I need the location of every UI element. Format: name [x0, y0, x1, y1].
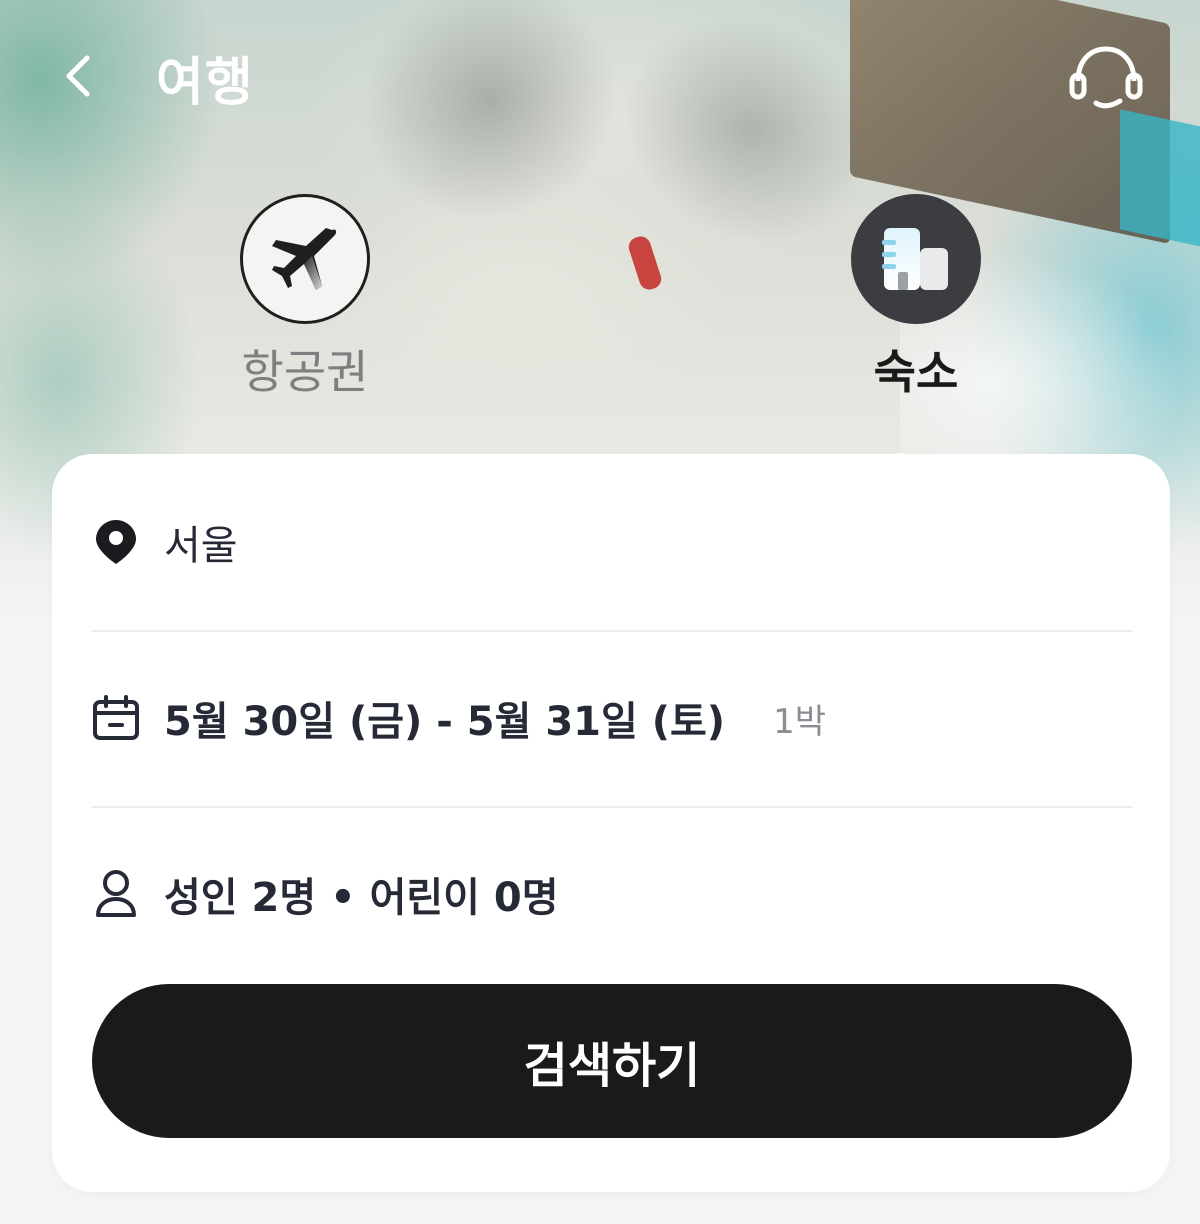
- location-field[interactable]: 서울: [92, 512, 1132, 572]
- tab-flights-circle: [240, 194, 370, 324]
- guests-value: 성인 2명 • 어린이 0명: [164, 875, 559, 921]
- travel-search-page: 여행 항공권 숙소 서울 5월 30일 (금) - 5월 31일 (토) 1박 …: [0, 0, 1200, 1224]
- back-button[interactable]: [52, 48, 104, 104]
- page-title: 여행: [156, 53, 254, 113]
- date-range-value: 5월 30일 (금) - 5월 31일 (토): [164, 699, 726, 745]
- tab-accommodation-circle: [851, 194, 981, 324]
- tab-accommodation[interactable]: 숙소: [816, 194, 1016, 402]
- location-value: 서울: [164, 523, 238, 569]
- nights-count: 1박: [773, 701, 826, 742]
- tab-accommodation-label: 숙소: [873, 345, 959, 399]
- chevron-left-icon: [66, 55, 90, 97]
- person-icon: [92, 870, 140, 918]
- location-pin-icon: [92, 518, 140, 566]
- person-on-beach: [626, 233, 664, 293]
- date-range-field[interactable]: 5월 30일 (금) - 5월 31일 (토) 1박: [92, 688, 1132, 748]
- airplane-icon: [272, 228, 337, 290]
- headset-icon: [1069, 46, 1143, 109]
- tab-flights-label: 항공권: [241, 345, 369, 399]
- customer-support-button[interactable]: [1062, 40, 1150, 116]
- search-button[interactable]: 검색하기: [92, 984, 1132, 1138]
- pool: [1120, 109, 1200, 251]
- divider: [92, 806, 1132, 808]
- tab-flights[interactable]: 항공권: [205, 194, 405, 402]
- building-icon: [882, 228, 948, 290]
- divider: [92, 630, 1132, 632]
- guests-field[interactable]: 성인 2명 • 어린이 0명: [92, 864, 1132, 924]
- calendar-icon: [92, 694, 140, 742]
